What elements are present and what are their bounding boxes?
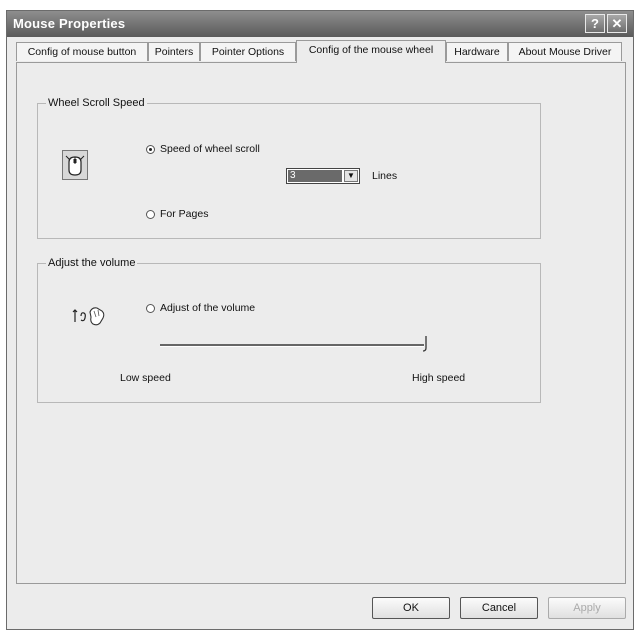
lines-label: Lines [372, 170, 398, 182]
hand-volume-icon [72, 302, 112, 328]
low-speed-label: Low speed [120, 372, 171, 384]
speed-of-wheel-scroll-radio[interactable] [146, 145, 155, 154]
lines-dropdown-value: 3 [288, 170, 342, 182]
help-button[interactable]: ? [585, 14, 605, 33]
tab-panel: Wheel Scroll Speed Speed of wheel scroll… [16, 62, 626, 584]
adjust-volume-group: Adjust the volume Adjust of the volume L… [37, 257, 541, 403]
tab-config-mouse-wheel[interactable]: Config of the mouse wheel [296, 40, 446, 63]
for-pages-label: For Pages [160, 208, 209, 220]
ok-button[interactable]: OK [372, 597, 450, 619]
mouse-wheel-icon [62, 150, 88, 180]
wheel-scroll-speed-label: Wheel Scroll Speed [46, 97, 147, 109]
close-button[interactable]: ✕ [607, 14, 627, 33]
window-title: Mouse Properties [13, 16, 126, 31]
volume-slider-track[interactable] [160, 344, 424, 347]
tab-config-mouse-button[interactable]: Config of mouse button [16, 42, 148, 61]
cancel-button[interactable]: Cancel [460, 597, 538, 619]
adjust-volume-radio[interactable] [146, 304, 155, 313]
apply-button[interactable]: Apply [548, 597, 626, 619]
adjust-volume-option-label: Adjust of the volume [160, 302, 256, 314]
speed-of-wheel-scroll-label: Speed of wheel scroll [160, 143, 260, 155]
tab-pointers[interactable]: Pointers [148, 42, 200, 61]
tab-hardware[interactable]: Hardware [446, 42, 508, 61]
for-pages-radio[interactable] [146, 210, 155, 219]
high-speed-label: High speed [412, 372, 466, 384]
tab-pointer-options[interactable]: Pointer Options [200, 42, 296, 61]
title-bar[interactable]: Mouse Properties ? ✕ [7, 11, 633, 37]
chevron-down-icon[interactable]: ▼ [344, 170, 358, 182]
wheel-scroll-speed-group: Wheel Scroll Speed Speed of wheel scroll… [37, 97, 541, 239]
adjust-volume-label: Adjust the volume [46, 257, 138, 269]
volume-slider-thumb[interactable] [422, 336, 430, 352]
lines-dropdown[interactable]: 3 ▼ [286, 168, 360, 184]
tab-about-mouse-driver[interactable]: About Mouse Driver [508, 42, 622, 61]
tab-strip: Config of mouse button Pointers Pointer … [16, 40, 626, 63]
